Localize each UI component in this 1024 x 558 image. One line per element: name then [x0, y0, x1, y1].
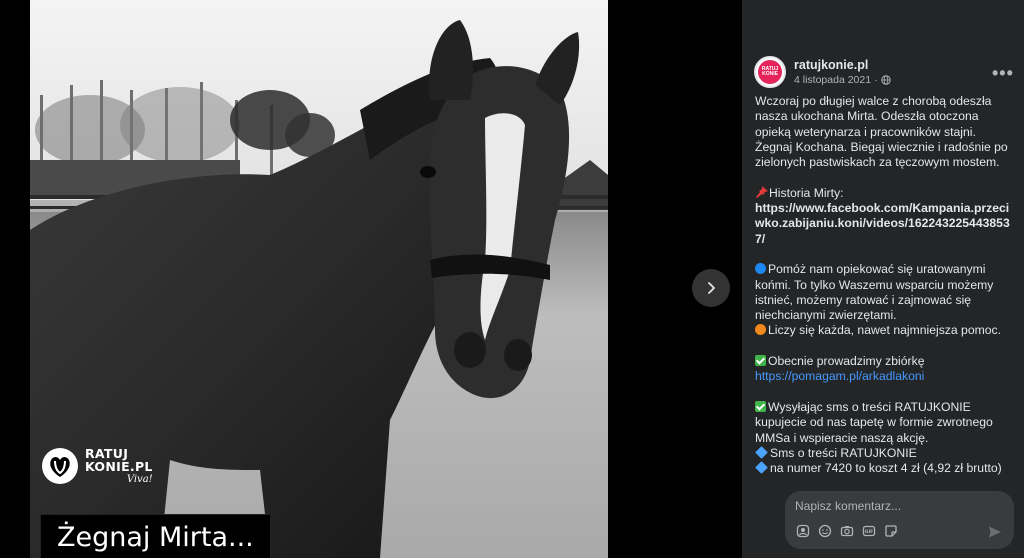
globe-icon — [880, 75, 891, 85]
post-paragraph: Wczoraj po długiej walce z chorobą odesz… — [755, 94, 1008, 170]
page-name-link[interactable]: ratujkonie.pl — [794, 57, 891, 73]
check-mark-icon — [755, 355, 766, 367]
blue-diamond-icon — [755, 461, 768, 474]
horseshoe-heart-icon — [42, 448, 78, 484]
svg-text:GIF: GIF — [864, 529, 872, 535]
comment-input[interactable] — [795, 497, 995, 515]
orange-circle-icon — [755, 324, 766, 336]
photo-caption: Żegnaj Mirta... — [40, 514, 271, 558]
sticker-icon[interactable] — [883, 523, 898, 538]
blue-circle-icon — [755, 263, 766, 275]
help-paragraph-2: Liczy się każda, nawet najmniejsza pomoc… — [755, 323, 1010, 338]
send-button[interactable] — [988, 525, 1002, 544]
page-avatar[interactable]: RATUJ KONIE — [754, 56, 786, 88]
send-icon — [989, 526, 1001, 538]
more-dots-icon: ••• — [992, 63, 1014, 83]
avatar-text: RATUJ KONIE — [761, 66, 779, 77]
media-viewer: RATUJ KONIE.PL Viva! Żegnaj Mirta... — [0, 0, 742, 558]
fundraiser-line: Obecnie prowadzimy zbiórkę — [755, 354, 1010, 369]
fundraiser-link[interactable]: https://pomagam.pl/arkadlakoni — [755, 369, 924, 383]
post-header: RATUJ KONIE ratujkonie.pl 4 listopada 20… — [754, 56, 891, 88]
sms-paragraph-2: Sms o treści RATUJKONIE — [755, 446, 1010, 461]
check-mark-icon — [755, 400, 766, 412]
pushpin-icon — [756, 185, 768, 198]
gif-icon[interactable]: GIF — [861, 523, 876, 538]
history-label: Historia Mirty: — [769, 185, 844, 200]
blue-diamond-icon — [755, 445, 768, 459]
history-line: Historia Mirty: — [755, 185, 1010, 201]
brand-logo: RATUJ KONIE.PL Viva! — [41, 447, 153, 485]
help-paragraph: Pomóż nam opiekować się uratowanymi końm… — [755, 262, 994, 323]
post-date[interactable]: 4 listopada 2021 · — [794, 73, 891, 87]
comment-composer: GIF — [785, 491, 1014, 549]
comment-tools: GIF — [795, 523, 898, 538]
post-date-text: 4 listopada 2021 — [794, 74, 872, 86]
sms-paragraph: Wysyłając sms o treści RATUJKONIE kupuje… — [755, 399, 993, 445]
more-options-button[interactable]: ••• — [992, 63, 1014, 84]
avatar-sticker-icon[interactable] — [795, 523, 810, 538]
sms-paragraph-3: na numer 7420 to koszt 4 zł (4,92 zł bru… — [755, 461, 1010, 476]
next-photo-button[interactable] — [692, 269, 730, 307]
camera-icon[interactable] — [839, 523, 854, 538]
emoji-icon[interactable] — [817, 523, 832, 538]
post-panel: RATUJ KONIE ratujkonie.pl 4 listopada 20… — [742, 0, 1024, 558]
chevron-right-icon — [708, 282, 715, 294]
brand-tagline: Viva! — [126, 474, 153, 485]
history-video-link[interactable]: https://www.facebook.com/Kampania.przeci… — [755, 201, 1010, 246]
brand-line2: KONIE.PL — [85, 459, 153, 474]
post-text: Wczoraj po długiej walce z chorobą odesz… — [755, 94, 1010, 482]
